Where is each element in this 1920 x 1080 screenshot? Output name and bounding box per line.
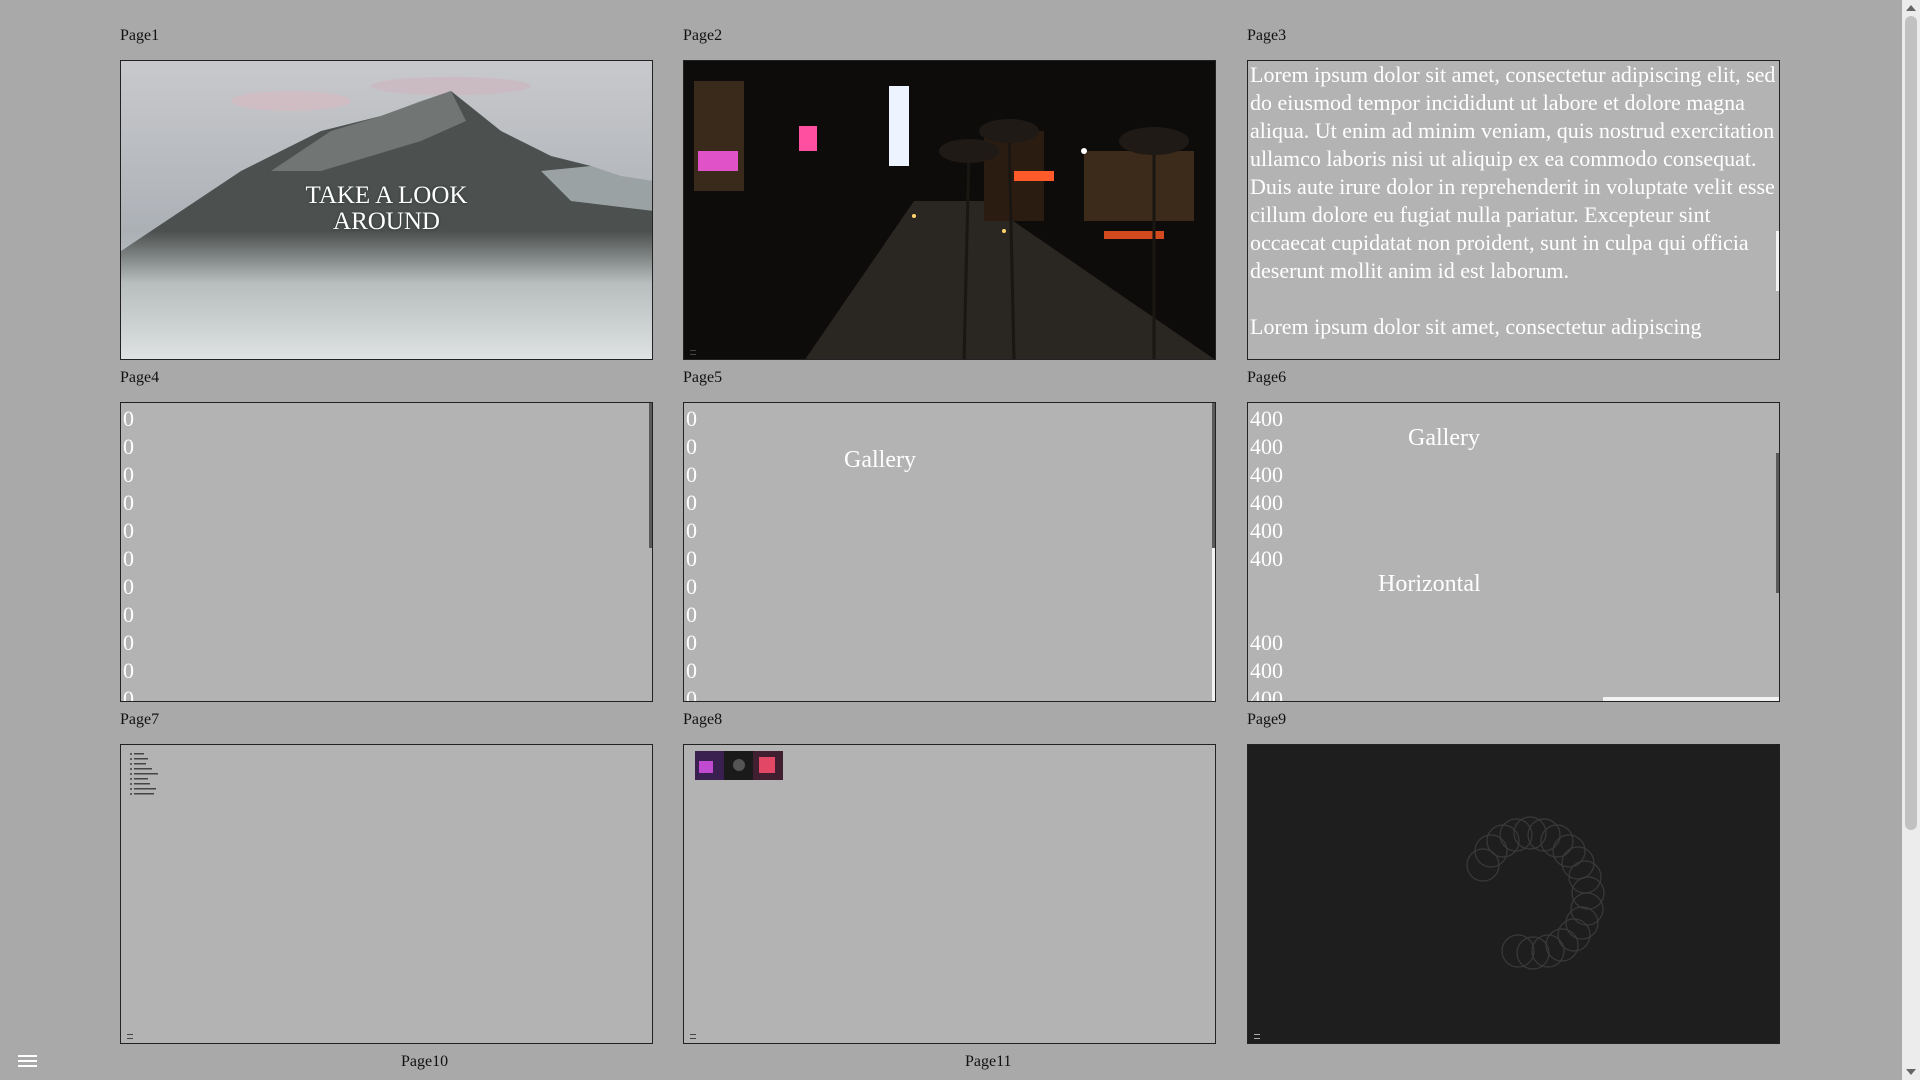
page-label-11: Page11: [965, 1053, 1012, 1070]
number-item: 400: [1250, 630, 1283, 655]
number-item: 0: [123, 490, 134, 515]
number-item: 400: [1250, 658, 1283, 683]
page-card-8[interactable]: [683, 744, 1216, 1044]
number-item: 0: [686, 630, 697, 655]
menu-icon-small[interactable]: [690, 1034, 696, 1039]
horizontal-title: Horizontal: [1378, 571, 1481, 597]
menu-icon-small[interactable]: [690, 350, 696, 355]
horizontal-scrollbar[interactable]: [1603, 697, 1779, 701]
number-item: 0: [686, 574, 697, 599]
gallery-title: Gallery: [844, 447, 916, 473]
number-item: 400: [1250, 490, 1283, 515]
number-item: 0: [686, 434, 697, 459]
scrollbar[interactable]: [1776, 453, 1779, 593]
thumbnail-strip: [695, 751, 783, 780]
number-item: 0: [686, 658, 697, 683]
page-label-2: Page2: [683, 27, 723, 44]
scrollbar[interactable]: [1212, 403, 1215, 548]
number-item: 0: [123, 574, 134, 599]
mini-list-image: [130, 753, 158, 795]
app-root: Page1 Page2 Page3 TAKE A LOOK AROUND Lor…: [0, 0, 1920, 1080]
page-label-8: Page8: [683, 711, 723, 728]
gallery-title: Gallery: [1408, 425, 1480, 451]
number-item: 0: [123, 462, 134, 487]
page-label-4: Page4: [120, 369, 160, 386]
number-item: 0: [686, 602, 697, 627]
number-item: 0: [686, 518, 697, 543]
number-list-top: 400 400 400 400 400 400: [1250, 405, 1283, 573]
hero-text: TAKE A LOOK AROUND: [121, 183, 652, 235]
page-card-7[interactable]: [120, 744, 653, 1044]
number-item: 0: [123, 546, 134, 571]
number-item: 0: [686, 406, 697, 431]
number-item: 400: [1250, 434, 1283, 459]
number-item: 0: [123, 630, 134, 655]
page-label-3: Page3: [1247, 27, 1287, 44]
menu-icon-small[interactable]: [1254, 1034, 1260, 1039]
page-card-1[interactable]: TAKE A LOOK AROUND: [120, 60, 653, 360]
page-card-4[interactable]: 0 0 0 0 0 0 0 0 0 0 0: [120, 402, 653, 702]
number-item: 0: [123, 602, 134, 627]
number-item: 0: [686, 462, 697, 487]
paragraph-1: Lorem ipsum dolor sit amet, consectetur …: [1250, 62, 1776, 283]
scrollbar-thumb[interactable]: [1905, 16, 1917, 830]
page-label-7: Page7: [120, 711, 160, 728]
menu-icon-small[interactable]: [127, 1034, 133, 1039]
page-card-2[interactable]: [683, 60, 1216, 360]
scrollbar[interactable]: [1776, 231, 1779, 291]
hamburger-menu-icon[interactable]: [18, 1055, 37, 1067]
number-item: 0: [123, 686, 134, 702]
number-item: 400: [1250, 686, 1283, 702]
scrollbar[interactable]: [649, 403, 652, 548]
number-list: 0 0 0 0 0 0 0 0 0 0 0: [686, 405, 697, 702]
page-label-5: Page5: [683, 369, 723, 386]
hero-line-1: TAKE A LOOK: [305, 182, 468, 209]
scrollbar-track[interactable]: [1212, 548, 1215, 701]
scroll-down-icon[interactable]: [1906, 1069, 1916, 1075]
page-label-10: Page10: [401, 1053, 449, 1070]
number-item: 0: [123, 518, 134, 543]
number-item: 0: [123, 434, 134, 459]
page-card-6[interactable]: 400 400 400 400 400 400 400 400 400 Gall…: [1247, 402, 1780, 702]
number-item: 0: [686, 546, 697, 571]
number-item: 0: [123, 406, 134, 431]
page-label-9: Page9: [1247, 711, 1287, 728]
page-scrollbar[interactable]: [1902, 0, 1920, 1080]
page-label-6: Page6: [1247, 369, 1287, 386]
page-label-1: Page1: [120, 27, 160, 44]
number-item: 400: [1250, 518, 1283, 543]
number-item: 400: [1250, 406, 1283, 431]
number-item: 400: [1250, 546, 1283, 571]
number-item: 400: [1250, 462, 1283, 487]
page-card-5[interactable]: 0 0 0 0 0 0 0 0 0 0 0 Gallery: [683, 402, 1216, 702]
spiral-rings-image: [1466, 816, 1605, 970]
city-night-image: [684, 61, 1215, 359]
hero-line-2: AROUND: [333, 208, 440, 235]
number-item: 0: [686, 686, 697, 702]
scroll-up-icon[interactable]: [1906, 5, 1916, 11]
page-card-3[interactable]: Lorem ipsum dolor sit amet, consectetur …: [1247, 60, 1780, 360]
paragraph-2: Lorem ipsum dolor sit amet, consectetur …: [1250, 314, 1702, 339]
number-list-bottom: 400 400 400: [1250, 629, 1283, 702]
number-item: 0: [686, 490, 697, 515]
number-item: 0: [123, 658, 134, 683]
page-card-9[interactable]: [1247, 744, 1780, 1044]
number-list: 0 0 0 0 0 0 0 0 0 0 0: [123, 405, 134, 702]
